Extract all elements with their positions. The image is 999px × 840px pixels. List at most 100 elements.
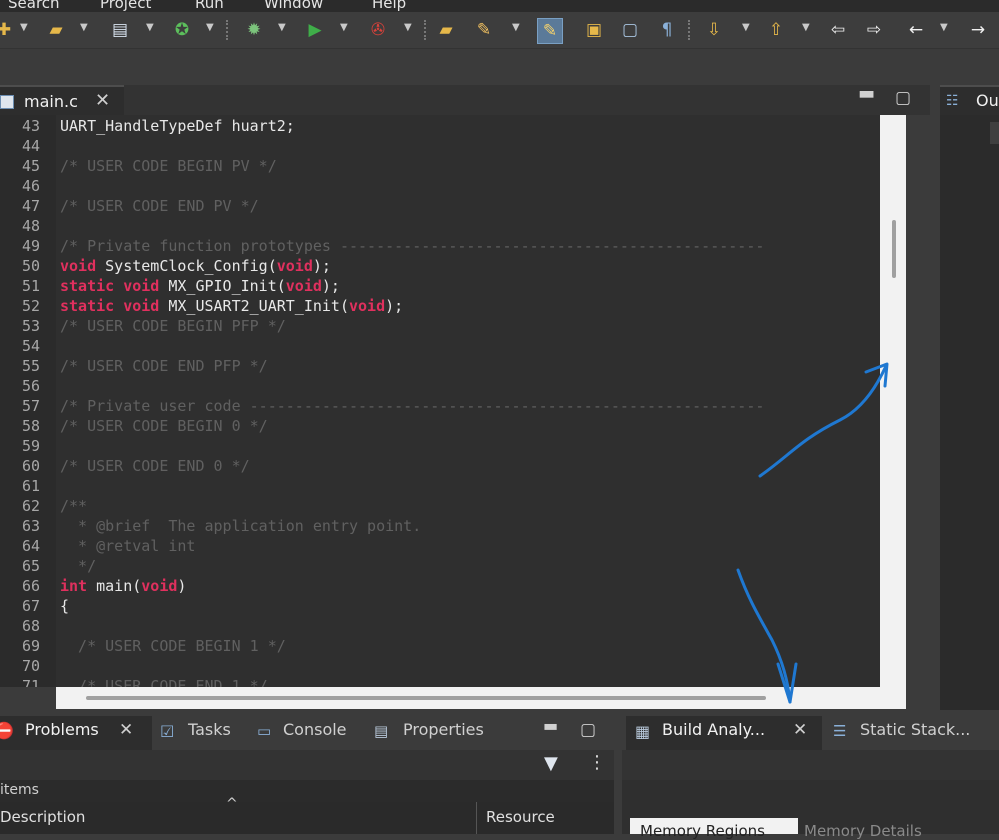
subtab-memory-details[interactable]: Memory Details bbox=[804, 822, 922, 840]
outline-selected-item[interactable] bbox=[990, 122, 999, 144]
outline-tab-label: Ou bbox=[976, 91, 999, 110]
line-number: 50 bbox=[21, 257, 40, 275]
close-tab-icon[interactable]: ✕ bbox=[95, 90, 110, 111]
subtab-memory-regions[interactable]: Memory Regions bbox=[640, 822, 765, 840]
new-source-file-icon[interactable]: ▤ bbox=[108, 18, 132, 42]
new-source-dropdown-icon[interactable]: ▼ bbox=[146, 22, 154, 33]
perspective-bar bbox=[0, 49, 999, 84]
code-line: /* USER CODE BEGIN 1 */ bbox=[60, 637, 286, 655]
build-hammer-icon[interactable]: ✎ bbox=[472, 18, 496, 42]
horizontal-scroll-thumb[interactable] bbox=[86, 696, 766, 700]
code-line: /* USER CODE END PV */ bbox=[60, 197, 259, 215]
close-problems-icon[interactable]: ✕ bbox=[119, 720, 133, 740]
close-build-analyzer-icon[interactable]: ✕ bbox=[793, 720, 807, 740]
menu-bar: Search Project Run Window Help bbox=[0, 0, 999, 12]
external-tools-dropdown-icon[interactable]: ▼ bbox=[404, 22, 412, 33]
problems-icon: ⛔ bbox=[0, 721, 14, 740]
editor-tab-bar: main.c ✕ ▬ ▢ bbox=[0, 83, 930, 115]
line-number: 70 bbox=[21, 657, 40, 675]
tab-main-c[interactable]: main.c ✕ bbox=[0, 85, 124, 115]
vertical-scroll-thumb[interactable] bbox=[892, 220, 896, 278]
menu-window[interactable]: Window bbox=[264, 0, 323, 12]
code-line: int main(void) bbox=[60, 577, 186, 595]
keyword: int bbox=[60, 577, 88, 595]
external-tools-icon[interactable]: ✇ bbox=[366, 18, 390, 42]
code-line: /* USER CODE END 0 */ bbox=[60, 457, 250, 475]
debug-icon[interactable]: ✹ bbox=[242, 18, 266, 42]
new-project-dropdown-icon[interactable]: ▼ bbox=[80, 22, 88, 33]
code-token: ); bbox=[321, 277, 340, 295]
column-resource[interactable]: Resource bbox=[486, 808, 555, 826]
line-number: 54 bbox=[21, 337, 40, 355]
keyword: static bbox=[60, 297, 115, 315]
tab-static-stack[interactable]: Static Stack... bbox=[860, 720, 970, 739]
tab-outline[interactable]: ☷ Ou bbox=[940, 85, 999, 115]
code-line: */ bbox=[60, 557, 97, 575]
tab-tasks[interactable]: Tasks bbox=[188, 720, 231, 739]
tab-properties[interactable]: Properties bbox=[403, 720, 484, 739]
open-folder-icon[interactable]: ▰ bbox=[434, 18, 458, 42]
tab-problems[interactable]: Problems bbox=[25, 720, 99, 739]
next-annotation-icon[interactable]: ⇩ bbox=[702, 18, 726, 42]
back-arrow-icon[interactable]: ← bbox=[904, 18, 928, 42]
build-dropdown-icon[interactable]: ▼ bbox=[512, 22, 520, 33]
line-number: 55 bbox=[21, 357, 40, 375]
line-number: 62 bbox=[21, 497, 40, 515]
previous-annotation-icon[interactable]: ⇧ bbox=[764, 18, 788, 42]
maximize-problems-icon[interactable]: ▢ bbox=[580, 720, 596, 740]
run-icon[interactable]: ▶ bbox=[303, 18, 327, 42]
code-line: /* Private function prototypes ---------… bbox=[60, 237, 765, 255]
line-number: 44 bbox=[21, 137, 40, 155]
items-count: items bbox=[0, 780, 614, 802]
menu-project[interactable]: Project bbox=[100, 0, 151, 12]
code-line: void SystemClock_Config(void); bbox=[60, 257, 331, 275]
code-line: /** bbox=[60, 497, 88, 515]
view-menu-icon[interactable]: ⋮ bbox=[588, 752, 606, 773]
run-dropdown-icon[interactable]: ▼ bbox=[340, 22, 348, 33]
minimize-problems-icon[interactable]: ▬ bbox=[543, 716, 558, 735]
code-line: { bbox=[60, 597, 70, 615]
code-editor[interactable]: UART_HandleTypeDef huart2; /* USER CODE … bbox=[56, 115, 880, 687]
menu-search[interactable]: Search bbox=[8, 0, 60, 12]
code-line: /* USER CODE BEGIN 0 */ bbox=[60, 417, 268, 435]
previous-annotation-dropdown-icon[interactable]: ▼ bbox=[802, 22, 810, 33]
new-class-dropdown-icon[interactable]: ▼ bbox=[206, 22, 214, 33]
minimize-editor-icon[interactable]: ▬ bbox=[858, 83, 875, 104]
line-number: 69 bbox=[21, 637, 40, 655]
next-annotation-dropdown-icon[interactable]: ▼ bbox=[742, 22, 750, 33]
column-description[interactable]: Description bbox=[0, 808, 85, 826]
last-edit-icon[interactable]: ⇦ bbox=[826, 18, 850, 42]
block-selection-icon[interactable]: ▢ bbox=[618, 18, 642, 42]
keyword: void bbox=[349, 297, 386, 315]
keyword: void bbox=[123, 277, 160, 295]
new-dropdown-icon[interactable]: ▼ bbox=[20, 22, 28, 33]
line-number: 56 bbox=[21, 377, 40, 395]
forward-arrow-icon[interactable]: → bbox=[966, 18, 990, 42]
line-number: 67 bbox=[21, 597, 40, 615]
toolbar-separator bbox=[424, 20, 427, 40]
menu-run[interactable]: Run bbox=[195, 0, 224, 12]
show-whitespace-icon[interactable]: ¶ bbox=[655, 18, 679, 42]
tab-build-analyzer[interactable]: Build Analy... bbox=[662, 720, 765, 739]
main-toolbar: ✚ ▼ ▰ ▼ ▤ ▼ ✪ ▼ ✹ ▼ ▶ ▼ ✇ ▼ ▰ ✎ ▼ ✎ ▣ ▢ … bbox=[0, 12, 999, 49]
code-line: UART_HandleTypeDef huart2; bbox=[60, 117, 295, 135]
new-project-icon[interactable]: ▰ bbox=[44, 18, 68, 42]
new-class-icon[interactable]: ✪ bbox=[170, 18, 194, 42]
code-token: SystemClock_Config( bbox=[105, 257, 277, 275]
tab-console[interactable]: Console bbox=[283, 720, 347, 739]
code-token: ); bbox=[312, 257, 331, 275]
edit-file-icon[interactable]: ▣ bbox=[582, 18, 606, 42]
vertical-scrollbar[interactable] bbox=[880, 115, 906, 687]
column-divider[interactable] bbox=[476, 802, 477, 834]
code-line: static void MX_USART2_UART_Init(void); bbox=[60, 297, 403, 315]
menu-help[interactable]: Help bbox=[372, 0, 406, 12]
back-dropdown-icon[interactable]: ▼ bbox=[940, 22, 948, 33]
line-number: 63 bbox=[21, 517, 40, 535]
debug-dropdown-icon[interactable]: ▼ bbox=[278, 22, 286, 33]
items-label: items bbox=[0, 782, 39, 798]
filter-icon[interactable]: ▼ bbox=[544, 753, 558, 774]
highlight-toggle-icon[interactable]: ✎ bbox=[537, 18, 563, 44]
new-icon[interactable]: ✚ bbox=[0, 18, 16, 42]
forward-edit-icon[interactable]: ⇨ bbox=[862, 18, 886, 42]
maximize-editor-icon[interactable]: ▢ bbox=[895, 88, 911, 108]
